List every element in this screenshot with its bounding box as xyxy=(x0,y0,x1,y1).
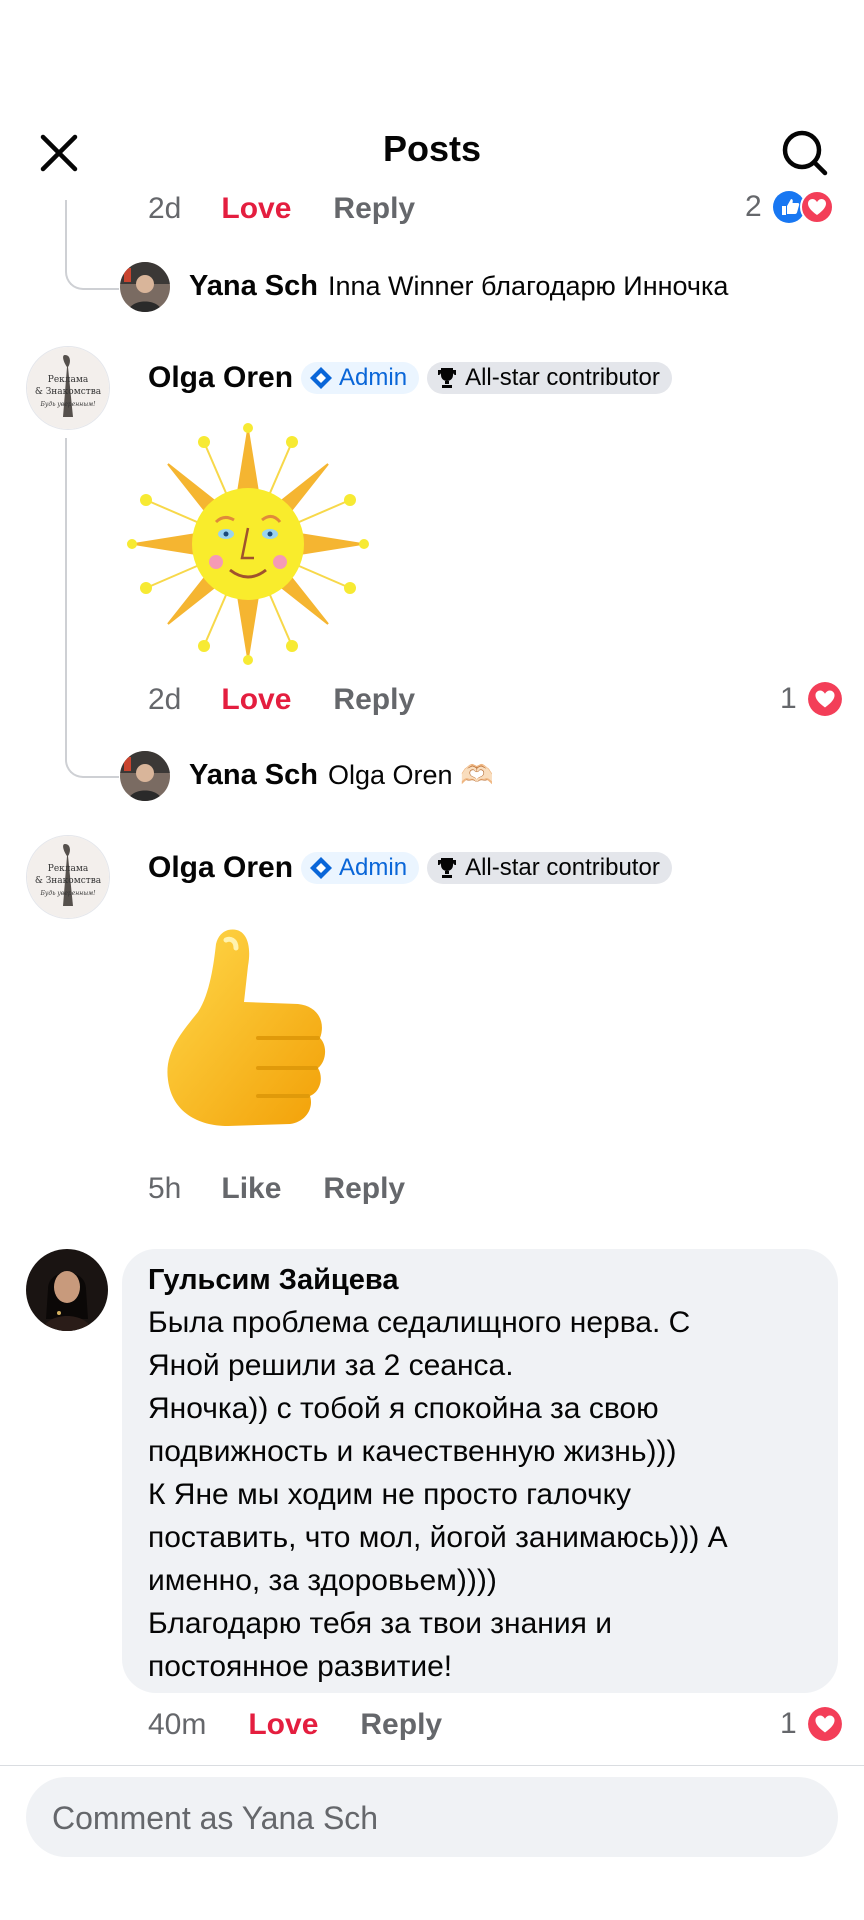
thumbs-up-sticker[interactable] xyxy=(158,922,338,1138)
reaction-count: 2 xyxy=(745,190,762,223)
comment-time: 5h xyxy=(148,1172,182,1205)
reply-preview[interactable]: Yana Sch Olga Oren 🫶🏻 xyxy=(189,759,494,792)
comment-time: 2d xyxy=(148,683,182,716)
reply-button[interactable]: Reply xyxy=(333,192,415,226)
comment-header: Olga Oren Admin All-star contributor xyxy=(148,361,672,395)
allstar-badge-label: All-star contributor xyxy=(465,364,660,391)
love-button[interactable]: Love xyxy=(221,192,291,226)
comment-text-line: поставить, что мол, йогой занимаюсь))) А xyxy=(148,1521,728,1554)
reaction-count: 1 xyxy=(780,1707,797,1740)
trophy-icon xyxy=(438,368,457,388)
thread-connector xyxy=(65,438,119,778)
comment-actions: 2d Love Reply xyxy=(148,192,415,226)
reply-text: Olga Oren 🫶🏻 xyxy=(327,760,494,790)
reaction-summary[interactable]: 1 xyxy=(780,1706,843,1742)
comment-header: Olga Oren Admin All-star contributor xyxy=(148,851,672,885)
avatar-text: Реклама xyxy=(47,864,89,874)
reply-button[interactable]: Reply xyxy=(360,1708,442,1742)
avatar-text: Будь уверенным! xyxy=(40,890,96,897)
trophy-icon xyxy=(438,858,457,878)
like-button[interactable]: Like xyxy=(221,1172,281,1206)
comment-text-line: постоянное развитие! xyxy=(148,1650,453,1683)
avatar-text: Реклама xyxy=(47,375,89,385)
avatar-text: Будь уверенным! xyxy=(40,401,96,408)
admin-badge[interactable]: Admin xyxy=(301,362,420,394)
reply-button[interactable]: Reply xyxy=(323,1172,405,1206)
comment-author[interactable]: Olga Oren xyxy=(148,361,293,395)
reaction-count: 1 xyxy=(780,682,797,715)
comment-actions: 5h Like Reply xyxy=(148,1172,405,1206)
love-button[interactable]: Love xyxy=(221,683,291,717)
reply-author[interactable]: Yana Sch xyxy=(189,270,318,303)
comment-text-line: Благодарю тебя за твои знания и xyxy=(148,1607,612,1640)
comment-text-line: К Яне мы ходим не просто галочку xyxy=(148,1478,632,1511)
comment-time: 2d xyxy=(148,192,182,225)
avatar[interactable] xyxy=(120,751,170,801)
avatar-image xyxy=(120,262,170,312)
avatar[interactable] xyxy=(120,262,170,312)
admin-diamond-icon xyxy=(310,857,333,879)
comment-text-line: Яной решили за 2 сеанса. xyxy=(148,1349,514,1382)
love-reaction-icon xyxy=(807,1707,842,1741)
love-reaction-icon xyxy=(807,682,842,716)
reply-preview[interactable]: Yana Sch Inna Winner благодарю Инночка xyxy=(189,270,728,303)
reaction-summary[interactable]: 2 xyxy=(745,190,834,224)
comment-text-line: Была проблема седалищного нерва. С xyxy=(148,1306,691,1339)
reply-author[interactable]: Yana Sch xyxy=(189,759,318,792)
thumbs-up-icon xyxy=(167,929,326,1126)
admin-badge[interactable]: Admin xyxy=(301,852,420,884)
avatar-text: & Знакомства xyxy=(34,876,102,886)
love-reaction-icon xyxy=(799,190,834,224)
reply-text: Inna Winner благодарю Инночка xyxy=(327,271,729,301)
comment-text-line: подвижность и качественную жизнь))) xyxy=(148,1435,677,1468)
comment-author[interactable]: Гульсим Зайцева xyxy=(148,1264,398,1297)
avatar-text: & Знакомства xyxy=(34,387,102,397)
search-button[interactable] xyxy=(777,125,833,181)
page-title: Posts xyxy=(382,128,482,169)
sun-sticker[interactable] xyxy=(126,422,370,666)
comment-actions: 2d Love Reply xyxy=(148,683,415,717)
reply-button[interactable]: Reply xyxy=(333,683,415,717)
comment-text-line: Яночка)) с тобой я спокойна за свою xyxy=(148,1392,659,1425)
comment-time: 40m xyxy=(148,1708,207,1741)
composer-divider xyxy=(0,1765,864,1766)
comment-actions: 40m Love Reply xyxy=(148,1708,442,1742)
comment-text-line: именно, за здоровьем)))) xyxy=(148,1564,497,1597)
comment-input-placeholder: Comment as Yana Sch xyxy=(52,1800,379,1836)
avatar[interactable]: Реклама & Знакомства Будь уверенным! xyxy=(26,346,110,430)
allstar-badge[interactable]: All-star contributor xyxy=(427,362,672,394)
admin-badge-label: Admin xyxy=(339,364,408,391)
thread-connector xyxy=(65,200,119,290)
sun-sticker-image xyxy=(127,423,369,665)
admin-diamond-icon xyxy=(310,367,333,389)
search-icon xyxy=(782,130,828,176)
allstar-badge[interactable]: All-star contributor xyxy=(427,852,672,884)
avatar-image xyxy=(120,751,170,801)
avatar[interactable] xyxy=(26,1249,108,1331)
admin-badge-label: Admin xyxy=(339,854,408,881)
allstar-badge-label: All-star contributor xyxy=(465,854,660,881)
reaction-summary[interactable]: 1 xyxy=(780,681,843,717)
comment-author[interactable]: Olga Oren xyxy=(148,851,293,885)
love-button[interactable]: Love xyxy=(248,1708,318,1742)
avatar[interactable]: Реклама & Знакомства Будь уверенным! xyxy=(26,835,110,919)
avatar-image xyxy=(26,1249,108,1331)
